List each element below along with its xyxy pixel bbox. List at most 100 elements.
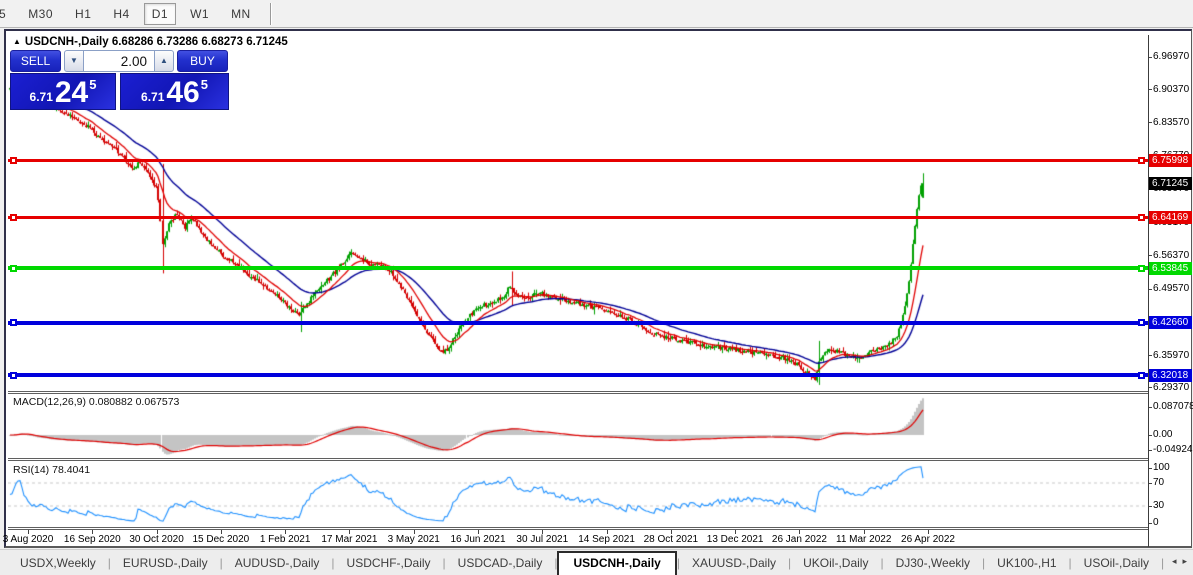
date-axis-label: 16 Sep 2020	[63, 534, 121, 545]
line-handle[interactable]	[10, 156, 17, 164]
tab-uk100--h1[interactable]: UK100-,H1	[985, 552, 1068, 574]
price-axis-label: 6.56370	[1153, 249, 1190, 261]
date-axis-label: 26 Apr 2022	[901, 534, 955, 545]
price-axis-label: 6.83570	[1153, 116, 1190, 128]
horizontal-line-6.64169[interactable]	[8, 216, 1148, 220]
tabs-scroll-left-icon[interactable]: ◂	[1172, 556, 1177, 566]
ohlc-low: 6.68273	[201, 36, 243, 48]
line-handle[interactable]	[1138, 156, 1145, 164]
buy-price-sup: 5	[200, 77, 208, 92]
macd-axis-label: 0.087078	[1153, 401, 1193, 412]
collapse-arrow-icon[interactable]: ▲	[13, 37, 21, 46]
price-axis-label: 6.49570	[1153, 283, 1190, 295]
tab-usdchf--daily[interactable]: USDCHF-,Daily	[335, 552, 443, 574]
tabs-scroll-right-icon[interactable]: ▸	[1182, 556, 1187, 566]
chart-title: ▲ USDCNH-,Daily 6.68286 6.73286 6.68273 6…	[13, 36, 288, 48]
buy-price-big: 46	[166, 76, 200, 109]
macd-axis-label: -0.049247	[1153, 444, 1193, 455]
buy-button[interactable]: BUY	[177, 50, 228, 72]
timeframe-toolbar: 5 M30 H1 H4 D1W1 MN	[0, 0, 1193, 28]
horizontal-line-6.42660[interactable]	[8, 320, 1148, 325]
ohlc-close: 6.71245	[246, 36, 288, 48]
pane-separator[interactable]	[8, 458, 1148, 461]
rsi-axis-label: 0	[1153, 517, 1159, 528]
macd-signal-value: 0.067573	[135, 396, 180, 408]
volume-input[interactable]	[84, 50, 154, 72]
date-axis-label: 26 Jan 2022	[771, 534, 827, 545]
date-axis-label: 30 Jul 2021	[516, 534, 569, 545]
timeframe-button-w1[interactable]: W1	[182, 3, 217, 25]
tab-scroll-arrows: ◂ ▸	[1164, 556, 1190, 567]
timeframe-button-h4[interactable]: H4	[105, 3, 137, 25]
date-axis-label: 14 Sep 2021	[578, 534, 635, 545]
tab-xauusd--daily[interactable]: XAUUSD-,Daily	[680, 552, 788, 574]
rsi-axis-label: 100	[1153, 462, 1170, 473]
tab-dj30--weekly[interactable]: DJ30-,Weekly	[884, 552, 982, 574]
price-line-badge: 6.53845	[1149, 262, 1192, 275]
tab-usdcnh--daily[interactable]: USDCNH-,Daily	[557, 551, 677, 575]
date-axis-label: 30 Oct 2020	[129, 534, 184, 545]
volume-increase-button[interactable]: ▲	[154, 50, 174, 72]
line-handle[interactable]	[10, 371, 17, 379]
pane-separator[interactable]	[8, 391, 1148, 394]
macd-indicator-label: MACD(12,26,9) 0.080882 0.067573	[13, 396, 180, 408]
ohlc-high: 6.73286	[156, 36, 199, 48]
price-axis-label: 6.90370	[1153, 83, 1190, 95]
macd-axis-label: 0.00	[1153, 429, 1173, 440]
price-axis-label: 6.29370	[1153, 381, 1190, 393]
sell-price-small: 6.71	[29, 90, 53, 104]
price-axis-separator	[1148, 35, 1149, 547]
rsi-value: 78.4041	[52, 464, 91, 476]
price-line-badge: 6.42660	[1149, 316, 1192, 329]
rsi-axis-label: 30	[1153, 500, 1165, 511]
date-axis-label: 17 Mar 2021	[321, 534, 378, 545]
date-axis-label: 11 Mar 2022	[836, 534, 892, 545]
triangle-up-icon: ▲	[160, 56, 168, 65]
macd-main-value: 0.080882	[88, 396, 133, 408]
sell-price-box[interactable]: 6.71 24 5	[10, 73, 116, 110]
tab-usdx-weekly[interactable]: USDX,Weekly	[8, 552, 108, 574]
timeframe-button-m30[interactable]: M30	[20, 3, 61, 25]
sell-price-sup: 5	[89, 77, 97, 92]
toolbar-separator	[269, 2, 272, 25]
current-price-badge: 6.71245	[1149, 177, 1192, 190]
pane-separator	[8, 527, 1148, 530]
price-axis-label: 6.35970	[1153, 349, 1190, 361]
timeframe-button-h1[interactable]: H1	[67, 3, 99, 25]
timeframe-button-d1[interactable]: D1	[143, 2, 177, 25]
triangle-down-icon: ▼	[70, 56, 78, 65]
buy-price-small: 6.71	[141, 90, 165, 104]
price-line-badge: 6.75998	[1149, 154, 1192, 167]
date-axis-label: 28 Oct 2021	[643, 534, 699, 545]
tab-eurusd--daily[interactable]: EURUSD-,Daily	[111, 552, 220, 574]
rsi-pane-canvas[interactable]	[8, 461, 1148, 527]
timeframe-button-mn[interactable]: MN	[223, 3, 259, 25]
sell-price-big: 24	[54, 76, 89, 109]
date-axis-label: 16 Jun 2021	[450, 534, 506, 545]
tab-usdcad--daily[interactable]: USDCAD-,Daily	[446, 552, 555, 574]
line-handle[interactable]	[10, 319, 17, 327]
one-click-trade-panel: SELL ▼ ▲ BUY 6.71245 6.71465	[10, 50, 229, 110]
line-handle[interactable]	[1138, 319, 1145, 327]
rsi-axis-label: 70	[1153, 477, 1165, 488]
line-handle[interactable]	[10, 264, 17, 272]
line-handle[interactable]	[1138, 214, 1145, 222]
line-handle[interactable]	[1138, 264, 1145, 272]
date-axis-label: 3 May 2021	[387, 534, 440, 545]
buy-price-box[interactable]: 6.71 46 5	[120, 73, 229, 110]
horizontal-line-6.32018[interactable]	[8, 373, 1148, 378]
timeframe-button-5[interactable]: 5	[0, 3, 14, 25]
rsi-indicator-label: RSI(14) 78.4041	[13, 464, 91, 476]
volume-decrease-button[interactable]: ▼	[64, 50, 84, 72]
tab-usoil--daily[interactable]: USOil-,Daily	[1072, 552, 1161, 574]
horizontal-line-6.75998[interactable]	[8, 158, 1148, 162]
date-axis-label: 1 Feb 2021	[259, 534, 311, 545]
date-axis-label: 13 Dec 2021	[706, 534, 764, 545]
tab-audusd--daily[interactable]: AUDUSD-,Daily	[223, 552, 332, 574]
horizontal-line-6.53845[interactable]	[8, 266, 1148, 271]
sell-button[interactable]: SELL	[10, 50, 61, 72]
line-handle[interactable]	[1138, 371, 1145, 379]
tab-ukoil--daily[interactable]: UKOil-,Daily	[791, 552, 880, 574]
line-handle[interactable]	[10, 214, 17, 222]
ohlc-open: 6.68286	[111, 36, 154, 48]
